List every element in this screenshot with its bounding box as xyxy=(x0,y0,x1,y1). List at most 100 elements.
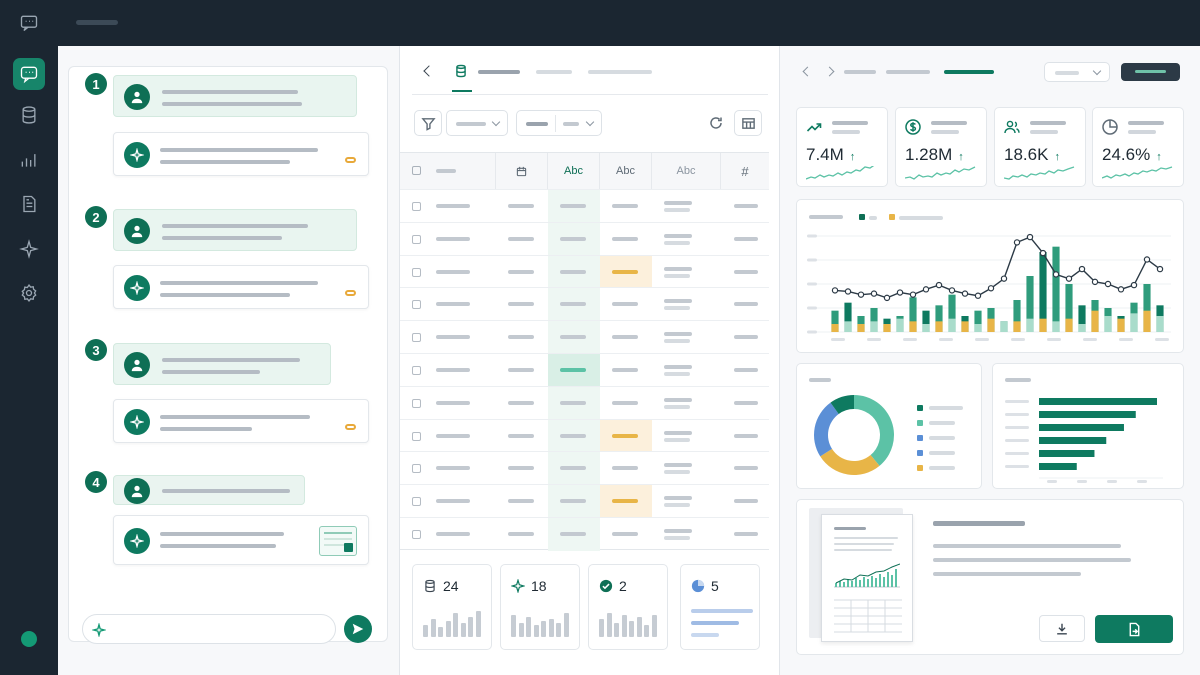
column-header[interactable]: Abc xyxy=(548,153,600,189)
bar xyxy=(1117,318,1125,332)
table-row[interactable] xyxy=(400,221,769,255)
trend-up-arrow-icon: ↑ xyxy=(849,151,856,163)
table-cell xyxy=(560,269,586,274)
row-checkbox[interactable] xyxy=(412,234,421,244)
table-row[interactable] xyxy=(400,320,769,353)
row-checkbox[interactable] xyxy=(412,431,421,441)
stat-card[interactable]: 24 xyxy=(412,564,492,650)
database-icon xyxy=(425,579,435,593)
ai-message xyxy=(113,399,369,443)
table-cell xyxy=(508,466,534,471)
kpi-card[interactable]: 24.6% ↑ xyxy=(1092,107,1184,187)
forward-icon[interactable] xyxy=(824,66,836,77)
document-nav-icon[interactable] xyxy=(13,188,45,220)
export-button[interactable] xyxy=(1095,615,1173,643)
chat-nav-icon[interactable] xyxy=(13,58,45,90)
kpi-value: 1.28M xyxy=(905,145,953,164)
row-checkbox[interactable] xyxy=(412,202,421,211)
back-icon[interactable] xyxy=(422,65,435,78)
table-row[interactable] xyxy=(400,189,769,222)
donut-chart xyxy=(814,395,894,475)
report-thumbnail[interactable] xyxy=(821,514,913,642)
row-checkbox[interactable] xyxy=(412,300,421,310)
ai-message xyxy=(113,132,369,176)
category-label xyxy=(1005,439,1029,442)
bar xyxy=(1039,411,1136,418)
table-row[interactable] xyxy=(400,484,769,518)
column-header[interactable] xyxy=(400,153,496,189)
line-point xyxy=(1000,275,1008,282)
table-row[interactable] xyxy=(400,451,769,484)
line-point xyxy=(935,281,943,289)
column-header[interactable]: Abc xyxy=(600,153,652,189)
send-button[interactable] xyxy=(344,615,372,643)
app-logo-icon xyxy=(13,7,45,39)
kpi-card[interactable]: 7.4M ↑ xyxy=(796,107,888,187)
table-row[interactable] xyxy=(400,254,769,288)
table-cell xyxy=(560,433,586,438)
table-cell xyxy=(734,499,758,504)
kpi-card[interactable]: 1.28M ↑ xyxy=(895,107,987,187)
row-checkbox[interactable] xyxy=(412,464,421,474)
row-checkbox[interactable] xyxy=(412,530,421,539)
database-nav-icon[interactable] xyxy=(13,99,45,131)
back-icon[interactable] xyxy=(802,66,813,77)
table-row[interactable] xyxy=(400,385,769,419)
analytics-nav-icon[interactable] xyxy=(13,144,45,176)
tab-label[interactable] xyxy=(536,70,572,74)
row-checkbox[interactable] xyxy=(412,398,421,408)
legend-label xyxy=(929,451,955,455)
download-button[interactable] xyxy=(1039,615,1085,642)
line-point xyxy=(1117,286,1125,293)
trend-up-icon xyxy=(806,123,822,132)
table-cell xyxy=(734,466,758,471)
column-header[interactable] xyxy=(496,153,548,189)
table-row[interactable] xyxy=(400,418,769,452)
table-attachment-icon[interactable] xyxy=(319,526,357,556)
chat-input[interactable] xyxy=(82,614,336,644)
line-point xyxy=(1091,278,1099,286)
table-row[interactable] xyxy=(400,353,769,386)
ai-avatar-icon xyxy=(124,409,150,435)
table-view-button[interactable] xyxy=(734,110,762,136)
line-point xyxy=(1078,265,1086,273)
line-point xyxy=(909,291,917,298)
filter-button[interactable] xyxy=(414,110,442,136)
breadcrumb[interactable] xyxy=(844,70,876,74)
row-checkbox[interactable] xyxy=(412,267,421,277)
top-bar xyxy=(0,0,1200,46)
x-tick-label xyxy=(1047,480,1057,483)
select-all-checkbox[interactable] xyxy=(412,166,421,175)
breadcrumb-current[interactable] xyxy=(944,70,994,74)
column-header[interactable]: Abc xyxy=(652,153,721,189)
refresh-icon[interactable] xyxy=(708,115,724,131)
primary-action-button[interactable] xyxy=(1121,63,1180,81)
table-row[interactable] xyxy=(400,517,769,550)
row-checkbox[interactable] xyxy=(412,333,421,343)
sort-dropdown[interactable] xyxy=(516,110,602,136)
table-cell xyxy=(612,499,638,504)
table-cell xyxy=(436,302,470,307)
category-label xyxy=(1005,413,1029,416)
data-panel: Abc Abc Abc # 24 18 2 5 xyxy=(400,46,780,675)
table-row[interactable] xyxy=(400,287,769,320)
row-checkbox[interactable] xyxy=(412,366,421,375)
table-cell xyxy=(508,236,534,241)
period-dropdown[interactable] xyxy=(1044,62,1110,82)
tab-label[interactable] xyxy=(588,70,652,74)
breadcrumb[interactable] xyxy=(886,70,930,74)
filter-dropdown[interactable] xyxy=(446,110,508,136)
data-grid: Abc Abc Abc # xyxy=(400,152,769,551)
sparkle-nav-icon[interactable] xyxy=(13,233,45,265)
x-tick-label xyxy=(1107,480,1117,483)
stat-card[interactable]: 18 xyxy=(500,564,580,650)
sparkle-icon xyxy=(92,623,106,637)
column-header[interactable]: # xyxy=(721,153,769,189)
tab-label[interactable] xyxy=(478,70,520,74)
kpi-card[interactable]: 18.6K ↑ xyxy=(994,107,1086,187)
stat-card[interactable]: 5 xyxy=(680,564,760,650)
status-indicator xyxy=(21,631,37,647)
stat-card[interactable]: 2 xyxy=(588,564,668,650)
row-checkbox[interactable] xyxy=(412,497,421,507)
settings-nav-icon[interactable] xyxy=(13,277,45,309)
